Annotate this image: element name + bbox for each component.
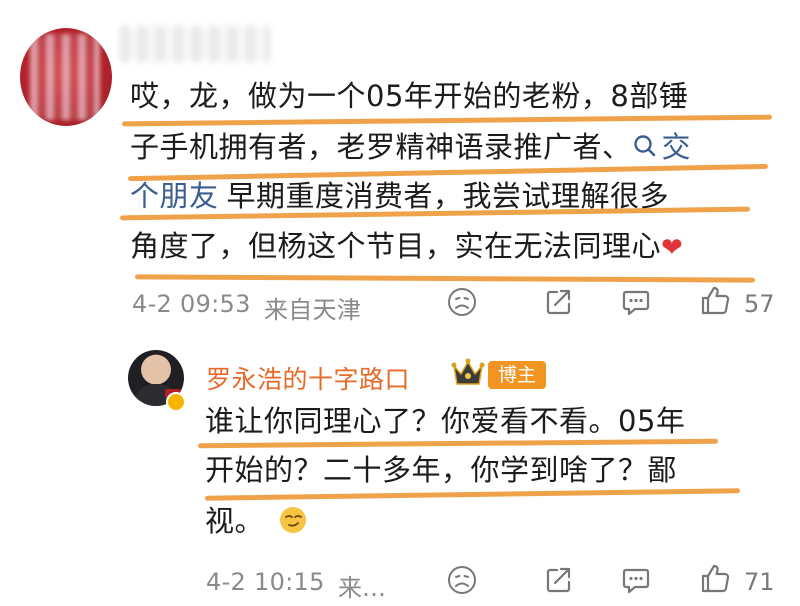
comment-line-2: 子手机拥有者，老罗精神语录推广者、交 xyxy=(130,133,691,162)
comment-line-4-text: 角度了，但杨这个节目，实在无法同理心 xyxy=(130,229,662,263)
repost-icon[interactable] xyxy=(543,564,575,596)
topic-link-part1: 交 xyxy=(661,130,692,164)
comment-timestamp: 4-2 09:53 xyxy=(132,290,251,318)
commenter-name-blurred[interactable] xyxy=(120,26,270,62)
topic-link[interactable]: 交 xyxy=(632,130,692,164)
comment-line-3: 个朋友 早期重度消费者，我尝试理解很多 xyxy=(130,182,669,211)
smirk-emoji-icon xyxy=(279,507,306,533)
heart-emoji: ❤ xyxy=(661,233,684,263)
repost-icon[interactable] xyxy=(543,286,575,318)
topic-link-continued[interactable]: 个朋友 xyxy=(130,179,219,213)
face-emoji-icon[interactable] xyxy=(446,564,478,596)
reply-line-2: 开始的？二十多年，你学到啥了？鄙 xyxy=(205,453,678,487)
comment-icon[interactable] xyxy=(620,286,652,318)
highlight-stroke xyxy=(204,488,741,501)
reply-timestamp: 4-2 10:15 xyxy=(206,568,325,596)
reply-line-1: 谁让你同理心了？你爱看不看。05年 xyxy=(205,404,686,438)
comment-like-count: 57 xyxy=(744,290,775,318)
reply-line-3: 视。 xyxy=(205,505,308,536)
thumbs-up-icon[interactable] xyxy=(698,284,732,318)
search-icon xyxy=(633,135,655,157)
thumbs-up-icon[interactable] xyxy=(698,562,732,596)
commenter-avatar[interactable] xyxy=(20,28,112,126)
verified-badge-icon xyxy=(166,392,186,412)
comment-location: 来自天津 xyxy=(264,296,362,324)
blogger-role-badge: 博主 xyxy=(488,361,547,389)
highlight-stroke xyxy=(134,274,756,283)
reply-like-count: 71 xyxy=(744,568,775,596)
highlight-stroke xyxy=(197,438,719,449)
reply-line-3-text: 视。 xyxy=(205,504,265,538)
highlight-stroke xyxy=(121,114,773,127)
reply-location: 来... xyxy=(338,574,387,602)
comment-line-2-text: 子手机拥有者，老罗精神语录推广者、 xyxy=(130,130,632,164)
face-emoji-icon[interactable] xyxy=(446,286,478,318)
crown-icon xyxy=(451,358,485,385)
comment-icon[interactable] xyxy=(620,564,652,596)
comment-line-1: 哎，龙，做为一个05年开始的老粉，8部锤 xyxy=(130,79,689,113)
reply-username[interactable]: 罗永浩的十字路口 xyxy=(206,360,410,396)
comment-line-4: 角度了，但杨这个节目，实在无法同理心❤ xyxy=(130,229,684,263)
